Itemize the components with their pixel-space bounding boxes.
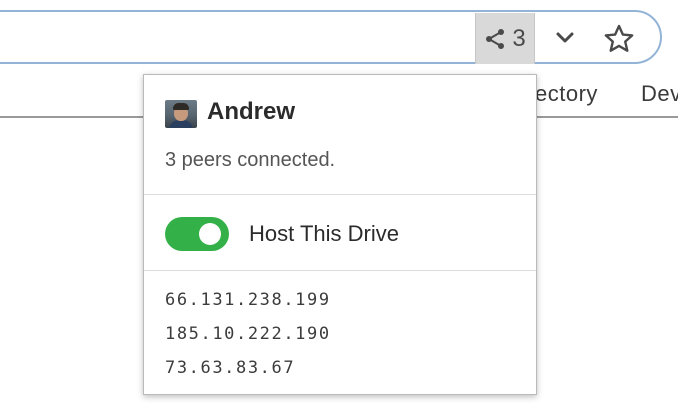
peer-address: 73.63.83.67 <box>165 358 296 378</box>
avatar <box>165 100 197 128</box>
browser-viewport: 3 ectory Dev Andrew 3 peers connected. H… <box>0 0 678 403</box>
host-drive-toggle[interactable] <box>165 217 229 251</box>
host-drive-label[interactable]: Host This Drive <box>249 220 399 248</box>
peer-count: 3 <box>512 24 526 52</box>
bookmark-button[interactable] <box>600 20 638 58</box>
menu-button[interactable] <box>548 22 582 54</box>
peers-popover: Andrew 3 peers connected. Host This Driv… <box>143 74 537 395</box>
peers-status: 3 peers connected. <box>165 149 336 171</box>
nav-link-dev[interactable]: Dev <box>641 81 678 107</box>
star-icon <box>604 24 634 52</box>
peer-address: 66.131.238.199 <box>165 290 331 310</box>
divider <box>144 270 536 271</box>
toggle-knob <box>199 223 221 245</box>
peer-share-button[interactable]: 3 <box>475 13 535 64</box>
peer-address: 185.10.222.190 <box>165 324 331 344</box>
user-name: Andrew <box>207 98 296 125</box>
share-icon <box>486 28 505 49</box>
peer-list: 66.131.238.199 185.10.222.190 73.63.83.6… <box>165 287 331 389</box>
chevron-down-icon <box>556 32 574 43</box>
nav-link-directory[interactable]: ectory <box>535 81 598 107</box>
divider <box>144 194 536 195</box>
